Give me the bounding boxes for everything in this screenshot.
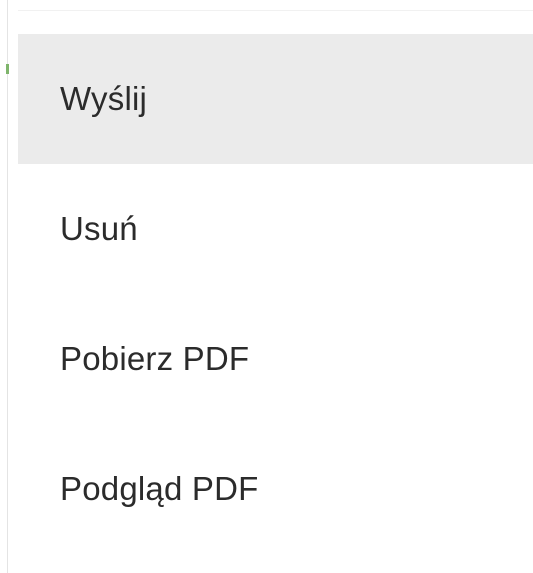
page-edge-accent (6, 64, 9, 74)
menu-item-send-label: Wyślij (60, 80, 148, 117)
screen: Wyślij Usuń Pobierz PDF Podgląd PDF (0, 0, 533, 573)
context-menu: Wyślij Usuń Pobierz PDF Podgląd PDF (18, 34, 533, 554)
menu-item-send[interactable]: Wyślij (18, 34, 533, 164)
menu-item-preview-pdf-label: Podgląd PDF (60, 470, 259, 507)
page-edge-divider (7, 0, 8, 573)
menu-item-delete-label: Usuń (60, 210, 138, 247)
menu-item-download-pdf[interactable]: Pobierz PDF (18, 294, 533, 424)
menu-item-download-pdf-label: Pobierz PDF (60, 340, 250, 377)
menu-item-delete[interactable]: Usuń (18, 164, 533, 294)
menu-top-divider (18, 10, 533, 11)
menu-item-preview-pdf[interactable]: Podgląd PDF (18, 424, 533, 554)
